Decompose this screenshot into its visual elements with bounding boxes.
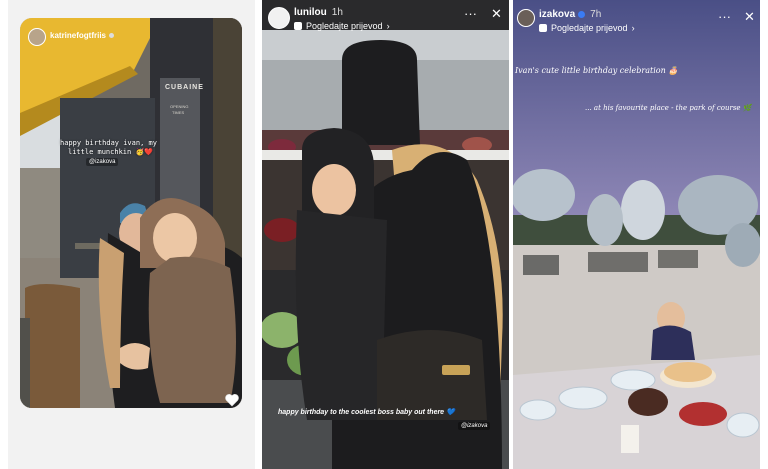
chevron-right-icon: › bbox=[386, 21, 390, 31]
shop-sign: CUBAINE bbox=[165, 84, 204, 91]
mention-tag[interactable]: @izakova bbox=[458, 422, 491, 430]
timestamp: 7h bbox=[590, 9, 602, 20]
close-icon[interactable]: ✕ bbox=[491, 7, 502, 20]
more-icon[interactable]: ··· bbox=[464, 7, 477, 20]
story-panel-3[interactable]: izakova 7h Pogledajte prijevod › ··· ✕ Iv… bbox=[513, 0, 760, 469]
heart-icon[interactable] bbox=[224, 392, 240, 408]
story-caption: happy birthday to the coolest boss baby … bbox=[278, 409, 455, 416]
more-icon[interactable]: ··· bbox=[718, 10, 731, 23]
story-caption-line2: ... at his favourite place - the park of… bbox=[585, 104, 752, 112]
verified-badge-icon bbox=[109, 33, 115, 39]
market-scene-image bbox=[262, 0, 509, 469]
shop-sign-opening: OPENING bbox=[170, 104, 189, 109]
username[interactable]: katrinefogtfriis bbox=[50, 31, 115, 40]
avatar[interactable] bbox=[28, 28, 46, 46]
username-text[interactable]: lunilou bbox=[294, 7, 327, 18]
shop-sign-times: TIMES bbox=[172, 110, 185, 115]
username-row[interactable]: izakova 7h bbox=[539, 9, 601, 20]
avatar[interactable] bbox=[268, 7, 290, 29]
sparkle-icon bbox=[539, 24, 547, 32]
caption-text: little munchkin bbox=[68, 148, 132, 156]
story-panel-1[interactable]: katrinefogtfriis happy birthday ivan, my… bbox=[8, 0, 255, 469]
story-caption-line2: little munchkin 🥳❤️ bbox=[68, 148, 153, 156]
translation-link[interactable]: Pogledajte prijevod › bbox=[294, 21, 390, 31]
story-photo: katrinefogtfriis happy birthday ivan, my… bbox=[20, 18, 242, 408]
username-text[interactable]: katrinefogtfriis bbox=[50, 31, 106, 40]
avatar[interactable] bbox=[517, 9, 535, 27]
sparkle-icon bbox=[294, 22, 302, 30]
timestamp: 1h bbox=[331, 7, 343, 18]
translation-link[interactable]: Pogledajte prijevod › bbox=[539, 23, 635, 33]
caption-emoji: 🥳❤️ bbox=[135, 148, 153, 156]
translation-link-text[interactable]: Pogledajte prijevod bbox=[551, 23, 628, 33]
story-caption-line1: Ivan's cute little birthday celebration … bbox=[515, 66, 679, 75]
street-scene-image bbox=[20, 18, 242, 408]
verified-badge-icon bbox=[578, 10, 586, 18]
username-text[interactable]: izakova bbox=[539, 9, 575, 20]
chevron-right-icon: › bbox=[631, 23, 635, 33]
username-row[interactable]: lunilou 1h bbox=[294, 7, 343, 18]
mention-tag[interactable]: @izakova bbox=[86, 158, 119, 166]
close-icon[interactable]: ✕ bbox=[744, 10, 755, 23]
story-panel-2[interactable]: lunilou 1h Pogledajte prijevod › ··· ✕ ha… bbox=[262, 0, 509, 469]
story-caption-line1: happy birthday ivan, my bbox=[60, 139, 157, 147]
translation-link-text[interactable]: Pogledajte prijevod bbox=[306, 21, 383, 31]
